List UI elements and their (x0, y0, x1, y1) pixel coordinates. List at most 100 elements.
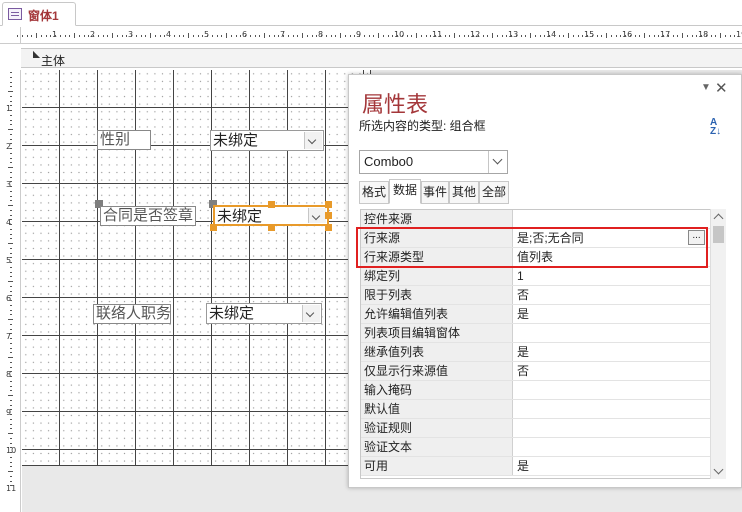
ruler-tick (340, 33, 341, 38)
property-value[interactable] (514, 381, 718, 399)
property-value[interactable] (514, 419, 718, 437)
ruler-tick (487, 35, 489, 37)
ruler-tick (10, 404, 12, 406)
ruler-tick (648, 35, 650, 37)
ruler-tick (283, 35, 284, 37)
chevron-down-icon[interactable] (308, 208, 326, 223)
scroll-thumb[interactable] (713, 226, 724, 243)
ruler-tick (10, 276, 12, 278)
tab-all[interactable]: 全部 (479, 181, 509, 204)
property-value[interactable]: 是 (514, 343, 718, 361)
property-name: 允许编辑值列表 (361, 305, 513, 323)
ruler-tick (40, 35, 42, 37)
property-row[interactable]: 默认值 (361, 400, 718, 419)
contact-title-combo[interactable]: 未绑定 (206, 303, 322, 324)
property-value[interactable]: 是 (514, 457, 718, 475)
property-value[interactable] (514, 438, 718, 456)
ruler-tick (10, 304, 12, 306)
property-row[interactable]: 仅显示行来源值否 (361, 362, 718, 381)
ruler-tick (140, 35, 142, 37)
resize-handle-bottom-left[interactable] (210, 224, 217, 231)
object-selector[interactable]: Combo0 (359, 150, 508, 174)
ruler-tick (93, 35, 94, 37)
resize-handle-bottom-right[interactable] (325, 224, 332, 231)
ruler-tick (416, 33, 417, 38)
property-row[interactable]: 绑定列 1 (361, 267, 718, 286)
ruler-tick (273, 35, 275, 37)
tab-data[interactable]: 数据 (389, 179, 421, 204)
vertical-ruler[interactable]: 1 2 3 4 5 6 7 8 9 10 11 (0, 70, 21, 512)
resize-handle-top[interactable] (268, 201, 275, 208)
property-value[interactable]: 否 (514, 362, 718, 380)
property-value[interactable]: 1 (514, 267, 718, 285)
close-icon[interactable]: ✕ (715, 79, 728, 97)
resize-handle-bottom[interactable] (268, 224, 275, 231)
property-name: 仅显示行来源值 (361, 362, 513, 380)
scroll-down-icon[interactable] (713, 464, 724, 475)
resize-handle-top-right[interactable] (325, 201, 332, 208)
ruler-tick (10, 124, 12, 126)
property-row[interactable]: 输入掩码 (361, 381, 718, 400)
gender-combo[interactable]: 未绑定 (210, 130, 324, 151)
pin-dropdown-icon[interactable]: ▼ (701, 82, 711, 93)
ruler-tick (8, 243, 13, 244)
property-row[interactable]: 允许编辑值列表是 (361, 305, 718, 324)
resize-handle-right[interactable] (325, 212, 332, 219)
ruler-tick (10, 200, 12, 202)
ruler-tick (10, 380, 12, 382)
ruler-tick (8, 281, 13, 282)
tab-other[interactable]: 其他 (449, 181, 479, 204)
ruler-tick (10, 233, 12, 235)
contract-signed-combo[interactable]: 未绑定 (213, 205, 329, 226)
ruler-tick (207, 35, 208, 37)
property-grid-scrollbar[interactable] (710, 209, 726, 479)
sort-icon[interactable]: A Z↓ (710, 118, 728, 138)
ruler-tick (663, 35, 664, 37)
ruler-tick (31, 35, 33, 37)
property-row[interactable]: 验证文本 (361, 438, 718, 457)
property-value[interactable] (514, 210, 718, 228)
property-row[interactable]: 限于列表否 (361, 286, 718, 305)
ruler-tick (8, 433, 13, 434)
property-value[interactable] (514, 400, 718, 418)
document-tab[interactable]: 窗体1 (2, 2, 76, 26)
ruler-tick (10, 418, 12, 420)
chevron-down-icon[interactable] (302, 305, 320, 322)
tab-event[interactable]: 事件 (421, 181, 449, 204)
property-row[interactable]: 可用是 (361, 457, 718, 476)
ruler-tick (563, 35, 565, 37)
ruler-number: 6 (6, 294, 12, 303)
contract-signed-label[interactable]: 合同是否签章 (100, 206, 196, 226)
ruler-tick (363, 35, 365, 37)
horizontal-ruler[interactable]: 12345678910111213141516171819 (17, 27, 742, 44)
ruler-tick (10, 456, 12, 458)
ruler-tick (549, 35, 550, 37)
ruler-tick (10, 138, 12, 140)
ruler-tick (264, 33, 265, 38)
tab-format[interactable]: 格式 (359, 181, 389, 204)
property-value[interactable]: 是 (514, 305, 718, 323)
ruler-tick (10, 252, 12, 254)
ruler-tick (382, 35, 384, 37)
section-header[interactable]: 主体 (21, 48, 742, 68)
property-row[interactable]: 继承值列表是 (361, 343, 718, 362)
scroll-up-icon[interactable] (713, 213, 724, 224)
chevron-down-icon[interactable] (488, 151, 507, 173)
chevron-down-icon[interactable] (304, 132, 322, 149)
gender-combo-value: 未绑定 (213, 132, 259, 149)
ruler-tick (10, 285, 12, 287)
property-value[interactable]: 否 (514, 286, 718, 304)
property-value[interactable] (514, 324, 718, 342)
ruler-tick (235, 35, 237, 37)
gender-label[interactable]: 性别 (97, 130, 151, 150)
property-row[interactable]: 列表项目编辑窗体 (361, 324, 718, 343)
ruler-tick (178, 35, 180, 37)
document-tab-strip: 窗体1 (0, 0, 742, 26)
ruler-tick (10, 399, 12, 401)
ruler-tick (682, 33, 683, 38)
ruler-tick (36, 33, 37, 38)
property-row[interactable]: 验证规则 (361, 419, 718, 438)
ruler-number: 19 (736, 30, 742, 39)
contact-title-label[interactable]: 联络人职务 (93, 304, 171, 324)
property-name: 可用 (361, 457, 513, 475)
